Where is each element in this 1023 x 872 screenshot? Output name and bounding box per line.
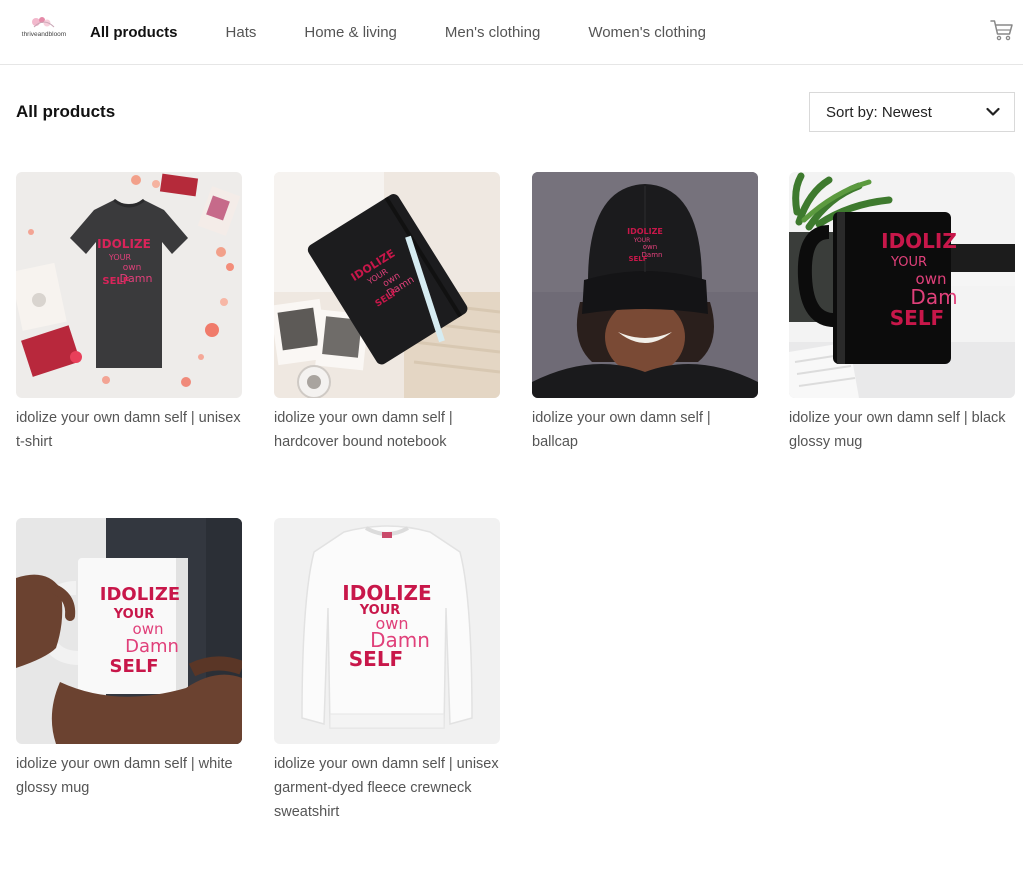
nav-item-home-living[interactable]: Home & living xyxy=(304,24,397,41)
nav-item-womens-clothing[interactable]: Women's clothing xyxy=(588,24,706,41)
product-card-notebook[interactable]: IDOLIZE YOUR own Damn SELF idolize your … xyxy=(274,172,500,454)
chevron-down-icon xyxy=(986,107,1000,116)
svg-text:SELF: SELF xyxy=(102,276,129,287)
product-image-white-mug[interactable]: IDOLIZE YOUR own Damn SELF xyxy=(16,518,242,744)
product-title[interactable]: idolize your own damn self | ballcap xyxy=(532,406,758,454)
nav-item-mens-clothing[interactable]: Men's clothing xyxy=(445,24,540,41)
product-image-sweatshirt[interactable]: IDOLIZE YOUR own Damn SELF xyxy=(274,518,500,744)
product-card-ballcap[interactable]: IDOLIZE YOUR own Damn SELF idolize your … xyxy=(532,172,758,454)
product-image-ballcap[interactable]: IDOLIZE YOUR own Damn SELF xyxy=(532,172,758,398)
shopping-cart-icon[interactable] xyxy=(990,19,1014,41)
svg-text:own: own xyxy=(643,243,657,251)
svg-text:IDOLIZE: IDOLIZE xyxy=(627,227,663,236)
product-card-white-mug[interactable]: IDOLIZE YOUR own Damn SELF idolize your … xyxy=(16,518,242,800)
store-logo[interactable]: thriveandbloom xyxy=(16,14,72,44)
product-card-tshirt[interactable]: IDOLIZE YOUR own Damn SELF idolize your … xyxy=(16,172,242,454)
svg-text:SELF: SELF xyxy=(890,306,944,330)
product-image-tshirt[interactable]: IDOLIZE YOUR own Damn SELF xyxy=(16,172,242,398)
nav-item-all-products[interactable]: All products xyxy=(90,24,178,41)
product-title[interactable]: idolize your own damn self | white gloss… xyxy=(16,752,242,800)
product-card-black-mug[interactable]: IDOLIZ YOUR own Dam SELF idolize your ow… xyxy=(789,172,1015,454)
product-card-sweatshirt[interactable]: IDOLIZE YOUR own Damn SELF idolize your … xyxy=(274,518,500,824)
svg-text:SELF: SELF xyxy=(349,647,403,671)
svg-text:YOUR: YOUR xyxy=(108,253,132,262)
product-title[interactable]: idolize your own damn self | unisex t-sh… xyxy=(16,406,242,454)
category-nav: All products Hats Home & living Men's cl… xyxy=(90,0,754,64)
sort-dropdown[interactable]: Sort by: Newest xyxy=(809,92,1015,132)
svg-text:YOUR: YOUR xyxy=(890,255,927,270)
product-title[interactable]: idolize your own damn self | unisex garm… xyxy=(274,752,500,824)
sort-label: Sort by: Newest xyxy=(826,104,932,121)
svg-text:IDOLIZE: IDOLIZE xyxy=(342,581,431,605)
svg-text:IDOLIZE: IDOLIZE xyxy=(97,237,151,251)
svg-text:IDOLIZE: IDOLIZE xyxy=(100,584,180,605)
product-image-notebook[interactable]: IDOLIZE YOUR own Damn SELF xyxy=(274,172,500,398)
top-navigation-bar: thriveandbloom All products Hats Home & … xyxy=(0,0,1023,65)
svg-text:SELF: SELF xyxy=(628,255,647,263)
svg-text:Damn: Damn xyxy=(125,636,179,657)
svg-text:SELF: SELF xyxy=(109,656,158,677)
svg-text:IDOLIZ: IDOLIZ xyxy=(881,229,957,253)
product-image-black-mug[interactable]: IDOLIZ YOUR own Dam SELF xyxy=(789,172,1015,398)
product-title[interactable]: idolize your own damn self | black gloss… xyxy=(789,406,1015,454)
page-title: All products xyxy=(16,102,116,121)
product-title[interactable]: idolize your own damn self | hardcover b… xyxy=(274,406,500,454)
svg-text:thriveandbloom: thriveandbloom xyxy=(22,31,66,38)
nav-item-hats[interactable]: Hats xyxy=(226,24,257,41)
